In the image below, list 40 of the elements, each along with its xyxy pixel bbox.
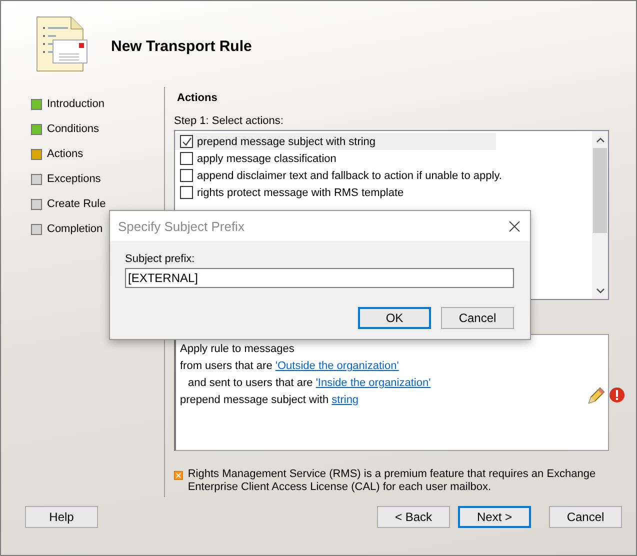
rms-note: Rights Management Service (RMS) is a premium feature that requires an Exchange Enterprise Client Access License (CAL) for each user mailbox. bbox=[188, 468, 597, 494]
checkbox[interactable] bbox=[180, 169, 193, 182]
back-button[interactable]: < Back bbox=[377, 506, 450, 528]
dialog-title: Specify Subject Prefix bbox=[118, 218, 244, 234]
action-item[interactable]: append disclaimer text and fallback to action if unable to apply. bbox=[175, 167, 502, 184]
rule-description-line: and sent to users that are 'Inside the organization' bbox=[187, 376, 432, 391]
scrollbar[interactable] bbox=[592, 131, 608, 299]
action-item[interactable]: rights protect message with RMS template bbox=[175, 184, 496, 201]
action-item[interactable]: apply message classification bbox=[175, 150, 496, 167]
checkbox[interactable] bbox=[180, 152, 193, 165]
next-button[interactable]: Next > bbox=[458, 506, 531, 528]
document-envelope-icon bbox=[35, 16, 89, 72]
ok-button[interactable]: OK bbox=[358, 307, 431, 329]
rule-description-line: Apply rule to messages bbox=[180, 342, 296, 357]
checkbox[interactable] bbox=[180, 135, 193, 148]
step-label: Introduction bbox=[47, 98, 104, 110]
step-label: Exceptions bbox=[47, 173, 101, 185]
rule-link[interactable]: 'Outside the organization' bbox=[275, 360, 399, 372]
step-label: Completion bbox=[47, 223, 103, 235]
step-label: Create Rule bbox=[47, 198, 106, 210]
cancel-button[interactable]: Cancel bbox=[441, 307, 514, 329]
wizard-title: New Transport Rule bbox=[111, 38, 252, 54]
subject-prefix-field[interactable]: [EXTERNAL] bbox=[125, 268, 514, 288]
rule-link[interactable]: 'Inside the organization' bbox=[316, 377, 431, 389]
scroll-up-icon[interactable] bbox=[596, 136, 604, 142]
step-label: Actions bbox=[47, 148, 84, 160]
action-item[interactable]: prepend message subject with string bbox=[175, 133, 496, 150]
warning-icon bbox=[174, 468, 183, 483]
rule-description-line: from users that are 'Outside the organization' bbox=[180, 359, 400, 374]
help-button[interactable]: Help bbox=[25, 506, 98, 528]
rule-link[interactable]: string bbox=[332, 394, 359, 406]
step-label: Conditions bbox=[47, 123, 99, 135]
scroll-down-icon[interactable] bbox=[596, 288, 604, 294]
checkbox[interactable] bbox=[180, 186, 193, 199]
close-icon[interactable] bbox=[509, 220, 520, 232]
pencil-icon[interactable] bbox=[587, 387, 605, 405]
field-label: Subject prefix: bbox=[125, 253, 196, 265]
section-title: Actions bbox=[177, 92, 218, 104]
step-label: Step 1: Select actions: bbox=[174, 115, 284, 127]
cancel-button[interactable]: Cancel bbox=[549, 506, 622, 528]
